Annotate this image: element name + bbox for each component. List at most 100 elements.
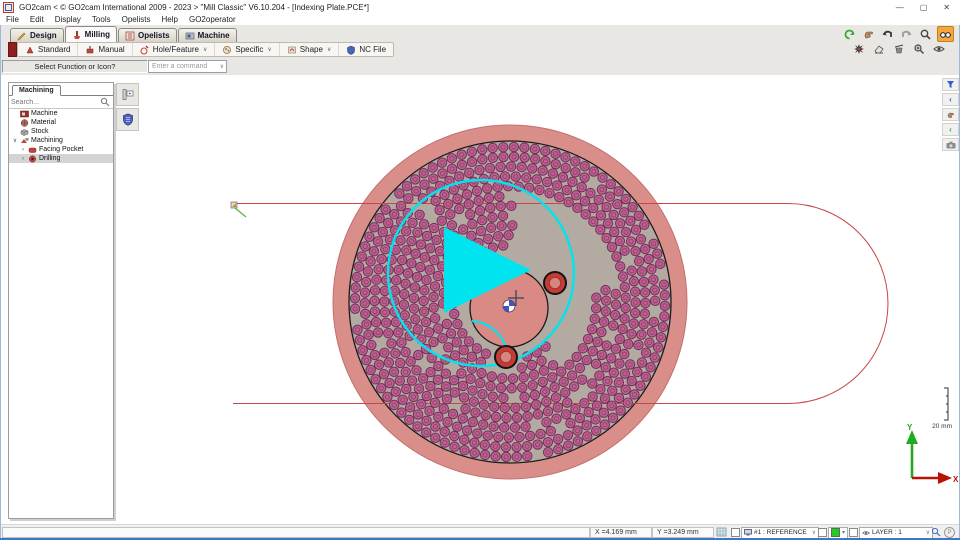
go2operator-glasses-icon[interactable] bbox=[937, 26, 954, 42]
menu-go2operator[interactable]: GO2operator bbox=[189, 15, 236, 24]
layer-checkbox[interactable] bbox=[849, 528, 858, 537]
operation-list-button[interactable] bbox=[116, 83, 139, 106]
nc-file-button[interactable]: NC File bbox=[339, 43, 393, 56]
shield-icon bbox=[122, 113, 133, 126]
hole-feature-icon bbox=[140, 45, 149, 54]
app-icon bbox=[3, 1, 14, 13]
tab-design[interactable]: Design bbox=[10, 28, 64, 42]
maximize-button[interactable]: ▢ bbox=[920, 3, 928, 12]
menu-bar: File Edit Display Tools Opelists Help GO… bbox=[0, 14, 960, 25]
tree-item-machining[interactable]: ∨ Machining bbox=[9, 136, 113, 145]
undo-icon[interactable] bbox=[880, 27, 895, 41]
ribbon: Design Milling Opelists Machine Standard… bbox=[0, 25, 960, 59]
menu-edit[interactable]: Edit bbox=[30, 15, 44, 24]
x-coordinate: X =4.169 mm bbox=[590, 527, 652, 538]
toolbar-handle bbox=[8, 42, 17, 57]
previous-blue-icon[interactable]: ‹ bbox=[942, 93, 959, 106]
active-color-swatch bbox=[831, 528, 840, 537]
chevron-down-icon: ∨ bbox=[202, 47, 208, 53]
expander-icon[interactable]: › bbox=[20, 156, 26, 162]
material-tree-icon bbox=[20, 118, 29, 127]
camera-icon[interactable] bbox=[942, 138, 959, 151]
menu-help[interactable]: Help bbox=[162, 15, 178, 24]
drawing-area[interactable]: 20 mm Y X bbox=[0, 75, 960, 524]
manual-button[interactable]: Manual bbox=[78, 43, 133, 56]
facing-pocket-tree-icon bbox=[28, 146, 37, 154]
menu-file[interactable]: File bbox=[6, 15, 19, 24]
selected-hole bbox=[494, 345, 518, 369]
prompt-bar: Select Function or Icon? Enter a command… bbox=[0, 58, 960, 76]
close-button[interactable]: ✕ bbox=[943, 3, 950, 12]
tab-machine[interactable]: Machine bbox=[177, 28, 237, 42]
chevron-down-icon: ∨ bbox=[267, 47, 272, 53]
layer-dropdown[interactable]: LAYER : 1 ∨ bbox=[859, 526, 933, 539]
filter-icon[interactable] bbox=[942, 78, 959, 91]
tab-opelists[interactable]: Opelists bbox=[118, 28, 177, 42]
operation-tree: Machine Material Stock ∨ Machining › Fac… bbox=[9, 109, 113, 163]
eye-icon bbox=[862, 530, 870, 535]
drilling-tree-icon bbox=[28, 155, 37, 163]
search-input[interactable] bbox=[9, 98, 100, 106]
standard-button[interactable]: Standard bbox=[18, 43, 79, 56]
machine-tree-icon bbox=[20, 110, 29, 118]
hole-feature-button[interactable]: Hole/Feature ∨ bbox=[133, 43, 216, 56]
shape-icon bbox=[287, 46, 296, 53]
machining-panel: Machining Machine Material Stock ∨ Machi… bbox=[8, 82, 114, 519]
pencil-icon bbox=[17, 32, 26, 41]
explode-icon[interactable] bbox=[851, 42, 866, 56]
clean-brush-icon[interactable] bbox=[891, 42, 906, 56]
tree-item-stock[interactable]: Stock bbox=[9, 127, 113, 136]
standard-cycle-icon bbox=[26, 45, 34, 53]
expander-icon[interactable]: ∨ bbox=[12, 137, 18, 144]
tree-item-machine[interactable]: Machine bbox=[9, 109, 113, 118]
grab-hand-icon[interactable] bbox=[861, 27, 876, 41]
parameter-icon[interactable]: P bbox=[944, 527, 955, 538]
window-title: GO2cam < © GO2cam International 2009 - 2… bbox=[19, 2, 369, 12]
specific-icon bbox=[223, 45, 232, 54]
simulation-shield-button[interactable] bbox=[116, 108, 139, 131]
previous-green-icon[interactable]: ‹ bbox=[942, 123, 959, 136]
pick-hand-icon[interactable] bbox=[942, 108, 959, 121]
view-tools-row bbox=[842, 26, 954, 42]
reference-checkbox[interactable] bbox=[731, 528, 740, 537]
expander-icon[interactable]: › bbox=[20, 147, 26, 153]
viewport-canvas[interactable]: 20 mmYX bbox=[0, 75, 960, 524]
eraser-icon[interactable] bbox=[871, 42, 886, 56]
zoom-window-icon[interactable] bbox=[911, 42, 926, 56]
origin-marker bbox=[502, 299, 516, 313]
axis-triad: YX bbox=[906, 423, 959, 484]
command-combobox[interactable]: Enter a command ∨ bbox=[148, 60, 227, 73]
tree-item-material[interactable]: Material bbox=[9, 118, 113, 127]
menu-display[interactable]: Display bbox=[55, 15, 81, 24]
monitor-icon bbox=[744, 529, 752, 536]
axis-y-label: Y bbox=[907, 423, 913, 432]
minimize-button[interactable]: — bbox=[896, 3, 904, 12]
y-coordinate: Y =3.249 mm bbox=[652, 527, 714, 538]
visibility-icon[interactable] bbox=[931, 42, 946, 56]
specific-button[interactable]: Specific ∨ bbox=[215, 43, 280, 56]
menu-tools[interactable]: Tools bbox=[92, 15, 111, 24]
reference-dropdown[interactable]: #1 : REFERENCE ∨ bbox=[741, 526, 819, 539]
shape-button[interactable]: Shape ∨ bbox=[280, 43, 340, 56]
color-checkbox[interactable] bbox=[818, 528, 827, 537]
tab-machining-panel[interactable]: Machining bbox=[12, 85, 61, 96]
prompt-message: Select Function or Icon? bbox=[2, 60, 148, 73]
edge-toolbar: ‹ ‹ bbox=[942, 78, 959, 151]
color-swatch-dropdown[interactable]: ▾ bbox=[828, 526, 848, 539]
redo-icon[interactable] bbox=[899, 27, 914, 41]
menu-opelists[interactable]: Opelists bbox=[122, 15, 151, 24]
tab-milling[interactable]: Milling bbox=[64, 26, 117, 42]
search-row bbox=[9, 96, 113, 109]
operation-list-icon bbox=[122, 89, 134, 100]
tree-item-drilling[interactable]: › Drilling bbox=[9, 154, 113, 163]
title-bar: GO2cam < © GO2cam International 2009 - 2… bbox=[0, 0, 960, 15]
selected-hole bbox=[543, 271, 567, 295]
machine-icon bbox=[185, 32, 194, 39]
zoom-icon[interactable] bbox=[918, 27, 933, 41]
tree-item-facing-pocket[interactable]: › Facing Pocket bbox=[9, 145, 113, 154]
ribbon-tab-strip: Design Milling Opelists Machine bbox=[10, 26, 237, 42]
refresh-icon[interactable] bbox=[842, 27, 857, 41]
nc-file-shield-icon bbox=[347, 45, 356, 55]
list-icon bbox=[125, 31, 135, 40]
reference-point-marker bbox=[230, 201, 247, 218]
